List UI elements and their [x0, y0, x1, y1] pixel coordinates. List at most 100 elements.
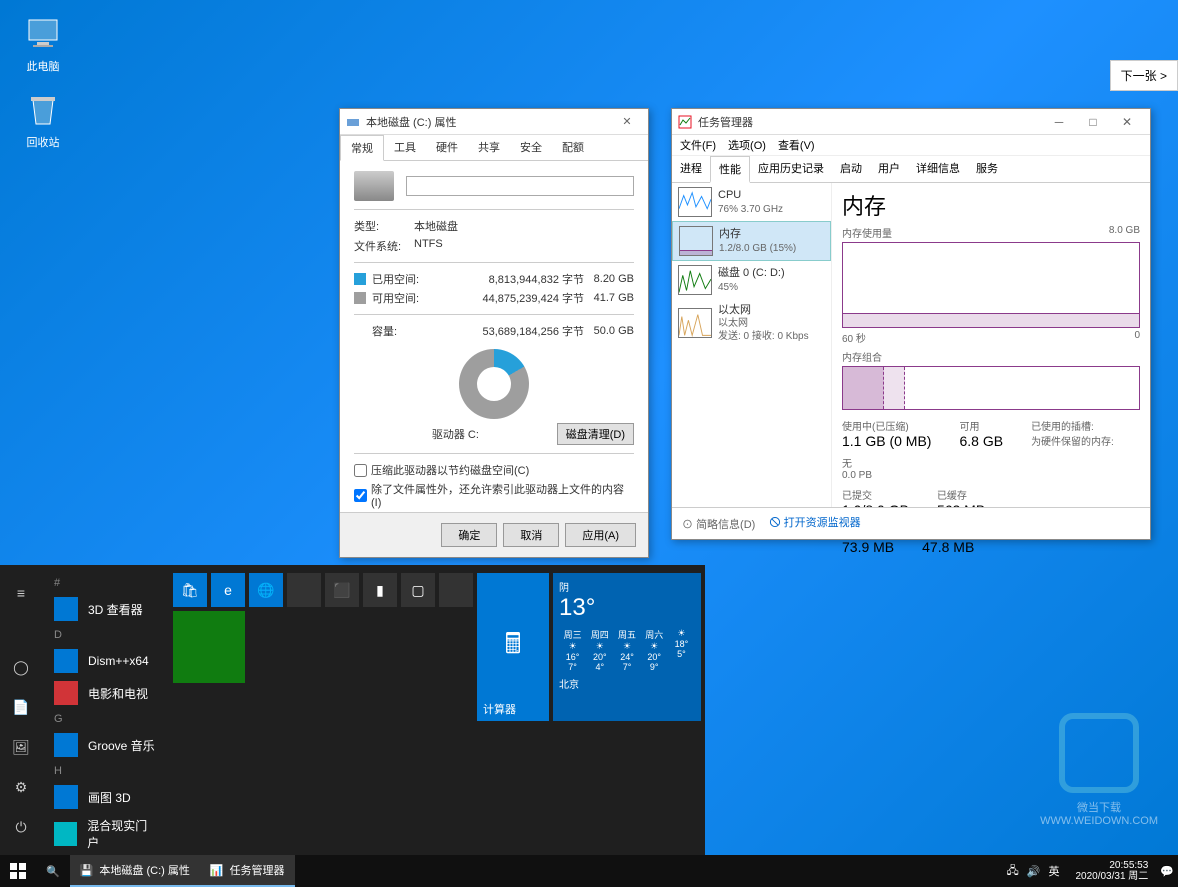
tile-group-small-2: ⬛ ▮ ▢ [325, 573, 473, 607]
app-item[interactable]: 电影和电视 [46, 677, 165, 709]
app-group-header[interactable]: D [46, 625, 165, 645]
tray-ime[interactable]: 英 [1048, 863, 1059, 879]
menu-file[interactable]: 文件(F) [680, 137, 716, 153]
sidebar-disk[interactable]: 磁盘 0 (C: D:)45% [672, 261, 831, 299]
app-group-header[interactable]: # [46, 573, 165, 593]
drive-name-input[interactable] [406, 176, 634, 196]
tab-details[interactable]: 详细信息 [908, 156, 968, 182]
rail-power-icon[interactable]: ⏻ [0, 807, 42, 847]
tray-network-icon[interactable]: 🖧 [1007, 862, 1019, 881]
tile-blank[interactable] [287, 573, 321, 607]
tile-store[interactable]: 🛍 [173, 573, 207, 607]
axis-right: 0 [1134, 330, 1140, 345]
rail-settings-icon[interactable]: ⚙ [0, 767, 42, 807]
drive-icon [354, 171, 394, 201]
minimize-icon[interactable]: ─ [1042, 115, 1076, 129]
tab-tools[interactable]: 工具 [384, 135, 426, 160]
tab-users[interactable]: 用户 [870, 156, 908, 182]
drive-c-label: 驱动器 C: [354, 426, 557, 442]
app-item[interactable]: 3D 查看器 [46, 593, 165, 625]
index-checkbox-row[interactable]: 除了文件属性外，还允许索引此驱动器上文件的内容(I) [354, 481, 634, 509]
tile-calculator[interactable]: 🖩 计算器 [477, 573, 549, 721]
tab-processes[interactable]: 进程 [672, 156, 710, 182]
app-icon [54, 681, 78, 705]
tile-edge[interactable]: e [211, 573, 245, 607]
tab-performance[interactable]: 性能 [710, 156, 750, 183]
tab-general[interactable]: 常规 [340, 135, 384, 161]
tile-weather[interactable]: 阴 13° 周三☀16°7°周四☀20°4°周五☀24°7°周六☀20°9°☀1… [553, 573, 701, 721]
sidebar-cpu[interactable]: CPU76% 3.70 GHz [672, 183, 831, 221]
tab-app-history[interactable]: 应用历史记录 [750, 156, 832, 182]
notifications-button[interactable]: 💬 [1156, 855, 1178, 887]
tile-dark-1[interactable]: ⬛ [325, 573, 359, 607]
free-bytes: 44,875,239,424 字节 [432, 290, 584, 306]
tab-quota[interactable]: 配额 [552, 135, 594, 160]
free-gb: 41.7 GB [584, 292, 634, 304]
desktop-icon-recycle-bin[interactable]: 回收站 [8, 90, 78, 150]
taskbar-clock[interactable]: 20:55:53 2020/03/31 周二 [1067, 860, 1156, 882]
window-title: 本地磁盘 (C:) 属性 [366, 114, 456, 130]
tile-dark-2[interactable]: ▮ [363, 573, 397, 607]
search-button[interactable]: 🔍 [36, 855, 70, 887]
app-group-header[interactable]: H [46, 761, 165, 781]
disk-cleanup-button[interactable]: 磁盘清理(D) [557, 423, 634, 445]
cpu-sparkline [678, 187, 712, 217]
taskbar-item-taskmgr[interactable]: 📊任务管理器 [200, 855, 295, 887]
tile-dark-3[interactable]: ▢ [401, 573, 435, 607]
drive-icon [346, 115, 360, 129]
next-image-button[interactable]: 下一张 > [1110, 60, 1178, 91]
tab-services[interactable]: 服务 [968, 156, 1006, 182]
compress-checkbox-row[interactable]: 压缩此驱动器以节约磁盘空间(C) [354, 462, 634, 478]
cap-bytes: 53,689,184,256 字节 [432, 323, 584, 339]
weather-day: 周五☀24°7° [613, 628, 640, 672]
start-button[interactable] [0, 855, 36, 887]
app-item[interactable]: Groove 音乐 [46, 729, 165, 761]
performance-sidebar: CPU76% 3.70 GHz 内存1.2/8.0 GB (15%) 磁盘 0 … [672, 183, 832, 517]
tile-dark-4[interactable] [439, 573, 473, 607]
tab-hardware[interactable]: 硬件 [426, 135, 468, 160]
task-manager-window: 任务管理器 ─ □ ✕ 文件(F) 选项(O) 查看(V) 进程 性能 应用历史… [671, 108, 1151, 540]
start-apps-list[interactable]: #3D 查看器 DDism++x64电影和电视G Groove 音乐 H画图 3D混合… [42, 565, 169, 855]
rail-user-icon[interactable]: ◯ [0, 647, 42, 687]
index-checkbox[interactable] [354, 489, 367, 502]
app-label: 3D 查看器 [88, 601, 143, 618]
taskbar-item-properties[interactable]: 💾本地磁盘 (C:) 属性 [70, 855, 200, 887]
rail-pictures-icon[interactable]: 🖼 [0, 727, 42, 767]
compress-checkbox[interactable] [354, 464, 367, 477]
app-group-header[interactable]: G [46, 709, 165, 729]
app-icon [54, 785, 78, 809]
rail-documents-icon[interactable]: 📄 [0, 687, 42, 727]
tile-green[interactable] [173, 611, 245, 683]
titlebar[interactable]: 本地磁盘 (C:) 属性 ✕ [340, 109, 648, 135]
close-icon[interactable]: ✕ [1110, 115, 1144, 129]
cap-label: 容量: [372, 323, 432, 339]
app-label: Groove 音乐 [88, 737, 155, 754]
tab-security[interactable]: 安全 [510, 135, 552, 160]
titlebar[interactable]: 任务管理器 ─ □ ✕ [672, 109, 1150, 135]
app-item[interactable]: 混合现实门户 [46, 813, 165, 855]
menu-view[interactable]: 查看(V) [778, 137, 815, 153]
inuse-value: 1.1 GB (0 MB) [842, 433, 931, 449]
close-icon[interactable]: ✕ [612, 115, 642, 128]
type-value: 本地磁盘 [414, 218, 634, 234]
properties-window: 本地磁盘 (C:) 属性 ✕ 常规 工具 硬件 共享 安全 配额 类型:本地磁盘… [339, 108, 649, 558]
brief-info-toggle[interactable]: ⊙ 简略信息(D) [682, 516, 755, 532]
app-item[interactable]: 画图 3D [46, 781, 165, 813]
pc-icon [23, 14, 63, 54]
sidebar-ethernet[interactable]: 以太网以太网发送: 0 接收: 0 Kbps [672, 299, 831, 347]
sidebar-memory[interactable]: 内存1.2/8.0 GB (15%) [672, 221, 831, 261]
open-resmon-link[interactable]: 🛇 打开资源监视器 [769, 514, 860, 533]
apply-button[interactable]: 应用(A) [565, 523, 636, 547]
tile-ie[interactable]: 🌐 [249, 573, 283, 607]
tray-volume-icon[interactable]: 🔊 [1027, 865, 1041, 878]
ok-button[interactable]: 确定 [441, 523, 497, 547]
menubar: 文件(F) 选项(O) 查看(V) [672, 135, 1150, 156]
desktop-icon-this-pc[interactable]: 此电脑 [8, 14, 78, 74]
maximize-icon[interactable]: □ [1076, 115, 1110, 129]
cancel-button[interactable]: 取消 [503, 523, 559, 547]
tab-sharing[interactable]: 共享 [468, 135, 510, 160]
menu-options[interactable]: 选项(O) [728, 137, 766, 153]
app-item[interactable]: Dism++x64 [46, 645, 165, 677]
rail-expand-icon[interactable]: ≡ [0, 573, 42, 613]
tab-startup[interactable]: 启动 [832, 156, 870, 182]
